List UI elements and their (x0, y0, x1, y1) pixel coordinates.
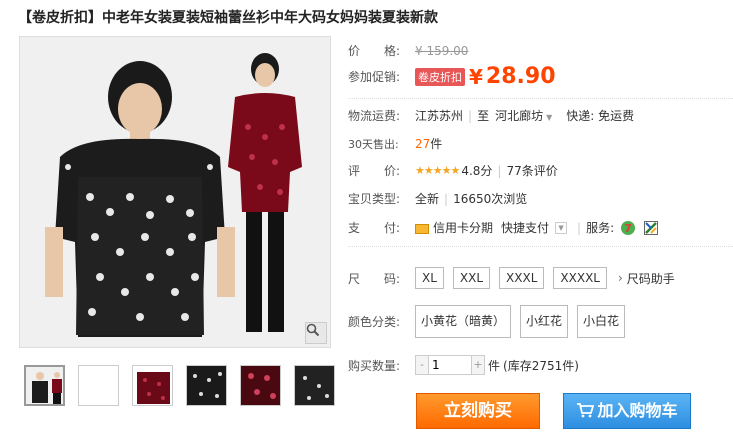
thumbnail-image (133, 366, 172, 405)
magnifier-icon (306, 323, 320, 337)
zoom-button[interactable] (305, 322, 327, 344)
thumbnail-6[interactable] (294, 365, 335, 406)
size-option-xxxxl[interactable]: XXXXL (553, 267, 607, 289)
thumbnail-image (295, 366, 334, 405)
sales-row: 30天售出: 27 件 (348, 135, 442, 152)
ship-to: 河北廊坊 (495, 109, 544, 123)
size-row: 尺 码: XL XXL XXXL XXXXL › 尺码助手 (348, 267, 675, 289)
quick-pay-link[interactable]: 快捷支付 (501, 219, 549, 236)
original-price: ¥ 159.00 (415, 43, 469, 58)
size-option-xxxl[interactable]: XXXL (499, 267, 545, 289)
current-price: 28.90 (485, 64, 556, 89)
quantity-input[interactable] (428, 356, 472, 374)
title-tag: 【卷皮折扣】 (18, 10, 102, 26)
size-option-xxl[interactable]: XXL (452, 267, 491, 289)
thumbnail-3[interactable] (132, 365, 173, 406)
thumbnail-image (26, 367, 63, 404)
add-to-cart-label: 加入购物车 (597, 401, 678, 420)
color-option-white[interactable]: 小白花 (577, 305, 626, 338)
sales-label: 30天售出: (348, 137, 399, 151)
color-row: 颜色分类: 小黄花（暗黄） 小红花 小白花 (348, 305, 634, 338)
shipping-row: 物流运费: 江苏苏州 | 至 河北廊坊 ▼ 快递: 免运费 (348, 107, 635, 124)
thumbnail-4[interactable] (186, 365, 227, 406)
ship-to-selector[interactable]: 河北廊坊 ▼ (495, 107, 552, 124)
divider (348, 246, 733, 247)
promo-tag: 卷皮折扣 (415, 67, 465, 86)
original-price-row: 价 格: ¥ 159.00 (348, 42, 468, 59)
main-product-image[interactable] (19, 36, 331, 348)
color-option-yellow[interactable]: 小黄花（暗黄） (415, 305, 512, 338)
quantity-row: 购买数量: - + 件 (库存2751件) (348, 355, 579, 375)
seven-day-return-icon[interactable]: 7 (620, 220, 636, 236)
payment-row: 支 付: 信用卡分期 快捷支付 ▼ | 服务: 7 (348, 219, 659, 236)
color-label: 颜色分类: (348, 315, 401, 329)
product-photo (20, 37, 330, 347)
ship-from: 江苏苏州 (415, 109, 464, 123)
chevron-down-icon: ▼ (546, 113, 553, 122)
quantity-stepper: - + (415, 355, 485, 375)
rating-stars-icon: ★★★★★ (415, 164, 460, 177)
view-count: 16650次浏览 (453, 192, 528, 206)
quantity-plus-button[interactable]: + (472, 356, 484, 374)
type-row: 宝贝类型: 全新 | 16650次浏览 (348, 191, 528, 207)
size-option-xl[interactable]: XL (415, 267, 444, 289)
payment-dropdown-icon[interactable]: ▼ (555, 221, 568, 234)
cart-icon (577, 403, 595, 418)
express-fee: 快递: 免运费 (566, 109, 635, 123)
thumbnail-1[interactable] (24, 365, 65, 406)
credit-card-icon (415, 223, 429, 234)
rating-row: 评 价: ★★★★★ 4.8分 | 77条评价 (348, 162, 558, 179)
ship-to-prefix: 至 (477, 109, 490, 123)
rating-score: 4.8分 (461, 164, 493, 178)
product-info-panel: 价 格: ¥ 159.00 参加促销: 卷皮折扣 ¥ 28.90 物流运费: 江… (348, 0, 733, 446)
sales-count: 27 (415, 136, 431, 151)
chevron-right-icon: › (617, 271, 623, 285)
quantity-label: 购买数量: (348, 358, 401, 373)
size-label: 尺 码: (348, 271, 401, 286)
review-count-link[interactable]: 77条评价 (506, 162, 557, 179)
thumbnail-image (187, 366, 226, 405)
payment-label: 支 付: (348, 221, 401, 235)
add-to-cart-button[interactable]: 加入购物车 (563, 393, 691, 429)
divider (348, 98, 733, 99)
quantity-unit: 件 (488, 358, 501, 373)
currency-symbol: ¥ (469, 64, 483, 89)
svg-text:7: 7 (624, 222, 632, 235)
credit-installment-link[interactable]: 信用卡分期 (433, 219, 493, 236)
original-price-label: 价 格: (348, 44, 401, 58)
service-label: 服务: (586, 221, 615, 235)
type-value: 全新 (415, 192, 440, 206)
shipping-label: 物流运费: (348, 109, 401, 123)
stock-count: (库存2751件) (503, 358, 579, 373)
thumbnail-image (241, 366, 280, 405)
thumbnail-5[interactable] (240, 365, 281, 406)
color-option-red[interactable]: 小红花 (520, 305, 569, 338)
sales-unit: 件 (430, 137, 443, 151)
guarantee-icon[interactable] (644, 220, 659, 235)
type-label: 宝贝类型: (348, 192, 401, 206)
size-helper-link[interactable]: 尺码助手 (627, 270, 675, 287)
thumbnail-2[interactable] (78, 365, 119, 406)
buy-now-button[interactable]: 立刻购买 (416, 393, 540, 429)
promo-label: 参加促销: (348, 70, 401, 84)
rating-label: 评 价: (348, 164, 401, 178)
thumbnail-strip (24, 365, 335, 406)
promo-price-row: 参加促销: 卷皮折扣 ¥ 28.90 (348, 64, 556, 89)
quantity-minus-button[interactable]: - (416, 356, 428, 374)
